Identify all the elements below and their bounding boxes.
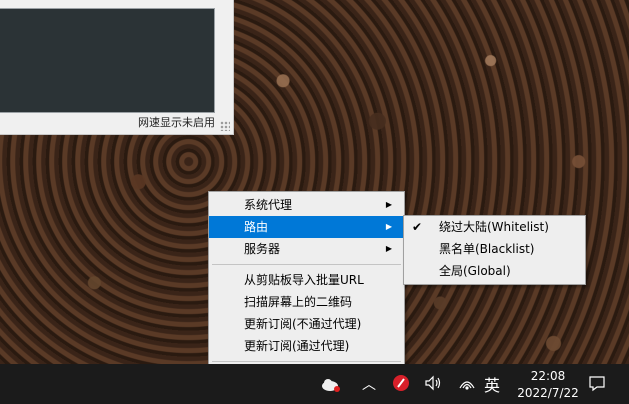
submenu-item-whitelist[interactable]: ✔ 绕过大陆(Whitelist) <box>404 216 585 238</box>
submenu-item-global[interactable]: 全局(Global) <box>404 260 585 282</box>
red-app-icon[interactable] <box>392 374 410 395</box>
menu-item-system-proxy[interactable]: 系统代理 ▶ <box>209 194 404 216</box>
app-window: 网速显示未启用 <box>0 0 234 135</box>
menu-separator <box>212 361 401 362</box>
resize-grip[interactable] <box>220 121 230 131</box>
menu-item-label: 更新订阅(不通过代理) <box>244 317 362 331</box>
menu-item-servers[interactable]: 服务器 ▶ <box>209 238 404 260</box>
menu-item-label: 更新订阅(通过代理) <box>244 339 350 353</box>
menu-item-scan-qrcode[interactable]: 扫描屏幕上的二维码 <box>209 291 404 313</box>
menu-item-label: 服务器 <box>244 242 281 256</box>
menu-item-update-sub-direct[interactable]: 更新订阅(不通过代理) <box>209 313 404 335</box>
submenu-arrow-icon: ▶ <box>385 244 392 253</box>
ime-indicator[interactable]: 英 <box>484 372 500 396</box>
submenu-item-label: 绕过大陆(Whitelist) <box>439 220 549 234</box>
wifi-icon[interactable] <box>458 374 476 395</box>
menu-item-routing[interactable]: 路由 ▶ <box>209 216 404 238</box>
checkmark-icon: ✔ <box>412 220 423 234</box>
submenu-arrow-icon: ▶ <box>385 222 392 231</box>
submenu-item-label: 全局(Global) <box>439 264 511 278</box>
routing-submenu: ✔ 绕过大陆(Whitelist) 黑名单(Blacklist) 全局(Glob… <box>403 215 586 285</box>
submenu-item-blacklist[interactable]: 黑名单(Blacklist) <box>404 238 585 260</box>
speed-status-text: 网速显示未启用 <box>138 116 215 129</box>
volume-icon[interactable] <box>424 374 442 395</box>
menu-item-update-sub-proxy[interactable]: 更新订阅(通过代理) <box>209 335 404 357</box>
tray-context-menu: 系统代理 ▶ 路由 ▶ 服务器 ▶ 从剪贴板导入批量URL 扫描屏幕上的二维码 … <box>208 191 405 384</box>
menu-item-label: 扫描屏幕上的二维码 <box>244 295 353 309</box>
menu-item-import-clipboard[interactable]: 从剪贴板导入批量URL <box>209 269 404 291</box>
menu-item-label: 从剪贴板导入批量URL <box>244 273 364 287</box>
clock-time[interactable]: 22:08 <box>518 368 578 384</box>
tray-app-icon[interactable] <box>320 376 342 397</box>
notification-icon[interactable] <box>588 374 606 395</box>
server-list-panel[interactable] <box>0 8 215 113</box>
submenu-arrow-icon: ▶ <box>385 200 392 209</box>
submenu-item-label: 黑名单(Blacklist) <box>439 242 535 256</box>
taskbar: ︿ 英 22:08 2022/7/22 <box>0 364 629 404</box>
menu-item-label: 系统代理 <box>244 198 293 212</box>
chevron-up-icon[interactable]: ︿ <box>362 374 376 394</box>
menu-item-label: 路由 <box>244 220 269 234</box>
menu-separator <box>212 264 401 265</box>
clock-date[interactable]: 2022/7/22 <box>508 385 588 401</box>
